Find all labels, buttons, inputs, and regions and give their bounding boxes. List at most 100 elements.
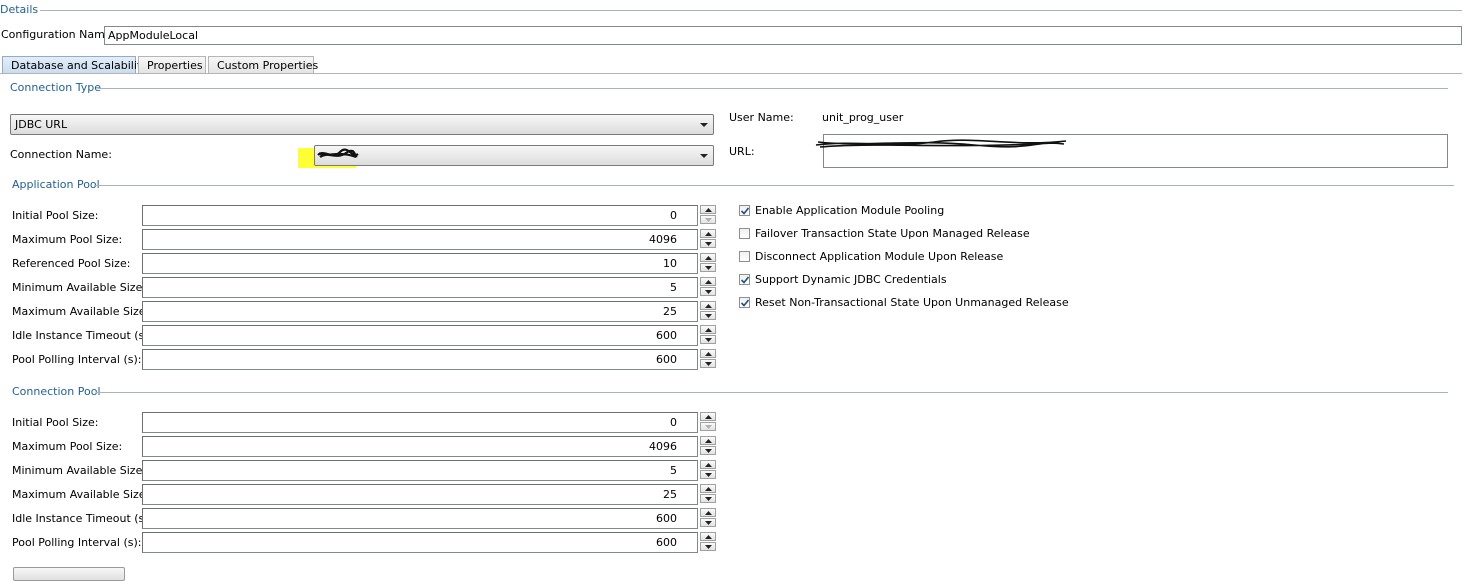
- option-checkbox-label[interactable]: Support Dynamic JDBC Credentials: [755, 273, 947, 286]
- tab-custom-properties[interactable]: Custom Properties: [208, 56, 318, 73]
- spin-up-icon[interactable]: [700, 484, 716, 493]
- spinner-buttons: [700, 508, 716, 527]
- spin-up-icon[interactable]: [700, 205, 716, 214]
- connection-type-divider: [98, 88, 1448, 89]
- spin-up-icon[interactable]: [700, 412, 716, 421]
- tab-database-scalability[interactable]: Database and Scalability: [2, 56, 148, 73]
- field-label: Maximum Available Size:: [12, 488, 150, 501]
- checkmark-icon: [740, 207, 750, 215]
- details-title: Details: [0, 3, 43, 16]
- option-checkbox-label[interactable]: Failover Transaction State Upon Managed …: [755, 227, 1030, 240]
- spin-down-icon[interactable]: [700, 263, 716, 272]
- tab-underline: [0, 73, 1462, 74]
- spinner-input[interactable]: 25: [142, 484, 698, 505]
- application-pool-divider: [94, 185, 1454, 186]
- spin-down-icon[interactable]: [700, 542, 716, 551]
- spinner-input[interactable]: 600: [142, 532, 698, 553]
- spin-down-icon[interactable]: [700, 518, 716, 527]
- spin-up-icon[interactable]: [700, 301, 716, 310]
- option-checkbox[interactable]: [739, 251, 750, 262]
- spinner-input[interactable]: 600: [142, 508, 698, 529]
- spinner-buttons: [700, 349, 716, 368]
- spinner-input[interactable]: 5: [142, 460, 698, 481]
- spinner-input[interactable]: 600: [142, 349, 698, 370]
- field-label: Idle Instance Timeout (s):: [12, 329, 153, 342]
- spin-up-icon[interactable]: [700, 349, 716, 358]
- redacted-url-scribble-icon: [815, 139, 1067, 148]
- spin-down-icon[interactable]: [700, 215, 716, 224]
- spin-up-icon[interactable]: [700, 277, 716, 286]
- spin-up-icon[interactable]: [700, 436, 716, 445]
- spinner-buttons: [700, 412, 716, 431]
- configuration-name-input[interactable]: AppModuleLocal: [104, 26, 1462, 45]
- spin-down-icon[interactable]: [700, 359, 716, 368]
- spin-up-icon[interactable]: [700, 460, 716, 469]
- connection-name-select[interactable]: [314, 145, 714, 166]
- field-label: Pool Polling Interval (s):: [12, 536, 142, 549]
- spin-up-icon[interactable]: [700, 253, 716, 262]
- spinner-buttons: [700, 532, 716, 551]
- url-label: URL:: [729, 145, 755, 158]
- spin-down-icon[interactable]: [700, 446, 716, 455]
- connection-pool-divider: [96, 392, 1448, 393]
- spin-down-icon[interactable]: [700, 311, 716, 320]
- spin-up-icon[interactable]: [700, 229, 716, 238]
- option-checkbox-label[interactable]: Enable Application Module Pooling: [755, 204, 944, 217]
- spin-down-icon[interactable]: [700, 470, 716, 479]
- spinner-buttons: [700, 277, 716, 296]
- option-checkbox-label[interactable]: Disconnect Application Module Upon Relea…: [755, 250, 1003, 263]
- spin-down-icon[interactable]: [700, 335, 716, 344]
- field-label: Minimum Available Size:: [12, 464, 147, 477]
- spinner-buttons: [700, 484, 716, 503]
- spinner-buttons: [700, 229, 716, 248]
- option-checkbox[interactable]: [739, 274, 750, 285]
- spinner-input[interactable]: 0: [142, 412, 698, 433]
- spin-up-icon[interactable]: [700, 508, 716, 517]
- redacted-scribble-icon: [317, 148, 359, 159]
- spinner-buttons: [700, 325, 716, 344]
- configuration-name-label: Configuration Name:: [1, 28, 116, 41]
- spinner-input[interactable]: 5: [142, 277, 698, 298]
- spinner-input[interactable]: 0: [142, 205, 698, 226]
- reset-scalability-button[interactable]: [13, 567, 125, 581]
- field-label: Idle Instance Timeout (s):: [12, 512, 153, 525]
- option-checkbox[interactable]: [739, 228, 750, 239]
- spin-up-icon[interactable]: [700, 325, 716, 334]
- option-checkbox-label[interactable]: Reset Non-Transactional State Upon Unman…: [755, 296, 1069, 309]
- checkmark-icon: [740, 276, 750, 284]
- option-checkbox[interactable]: [739, 297, 750, 308]
- field-label: Maximum Pool Size:: [12, 233, 123, 246]
- connection-type-select[interactable]: JDBC URL: [10, 114, 714, 135]
- spinner-input[interactable]: 4096: [142, 436, 698, 457]
- connection-name-label: Connection Name:: [10, 148, 112, 161]
- spinner-input[interactable]: 25: [142, 301, 698, 322]
- spin-up-icon[interactable]: [700, 532, 716, 541]
- spinner-input[interactable]: 10: [142, 253, 698, 274]
- field-label: Maximum Available Size:: [12, 305, 150, 318]
- chevron-down-icon: [700, 123, 708, 127]
- field-label: Maximum Pool Size:: [12, 440, 123, 453]
- spinner-buttons: [700, 436, 716, 455]
- application-pool-title: Application Pool: [12, 178, 104, 191]
- spinner-buttons: [700, 253, 716, 272]
- field-label: Initial Pool Size:: [12, 209, 99, 222]
- spinner-input[interactable]: 600: [142, 325, 698, 346]
- field-label: Referenced Pool Size:: [12, 257, 131, 270]
- spin-down-icon[interactable]: [700, 422, 716, 431]
- spin-down-icon[interactable]: [700, 287, 716, 296]
- field-label: Pool Polling Interval (s):: [12, 353, 142, 366]
- option-checkbox[interactable]: [739, 205, 750, 216]
- spin-down-icon[interactable]: [700, 239, 716, 248]
- spinner-buttons: [700, 460, 716, 479]
- spin-down-icon[interactable]: [700, 494, 716, 503]
- checkmark-icon: [740, 299, 750, 307]
- field-label: Initial Pool Size:: [12, 416, 99, 429]
- chevron-down-icon: [700, 154, 708, 158]
- spinner-buttons: [700, 205, 716, 224]
- spinner-buttons: [700, 301, 716, 320]
- details-divider: [40, 10, 1462, 11]
- spinner-input[interactable]: 4096: [142, 229, 698, 250]
- user-name-label: User Name:: [729, 111, 794, 124]
- tab-properties[interactable]: Properties: [138, 56, 206, 73]
- connection-pool-title: Connection Pool: [12, 385, 105, 398]
